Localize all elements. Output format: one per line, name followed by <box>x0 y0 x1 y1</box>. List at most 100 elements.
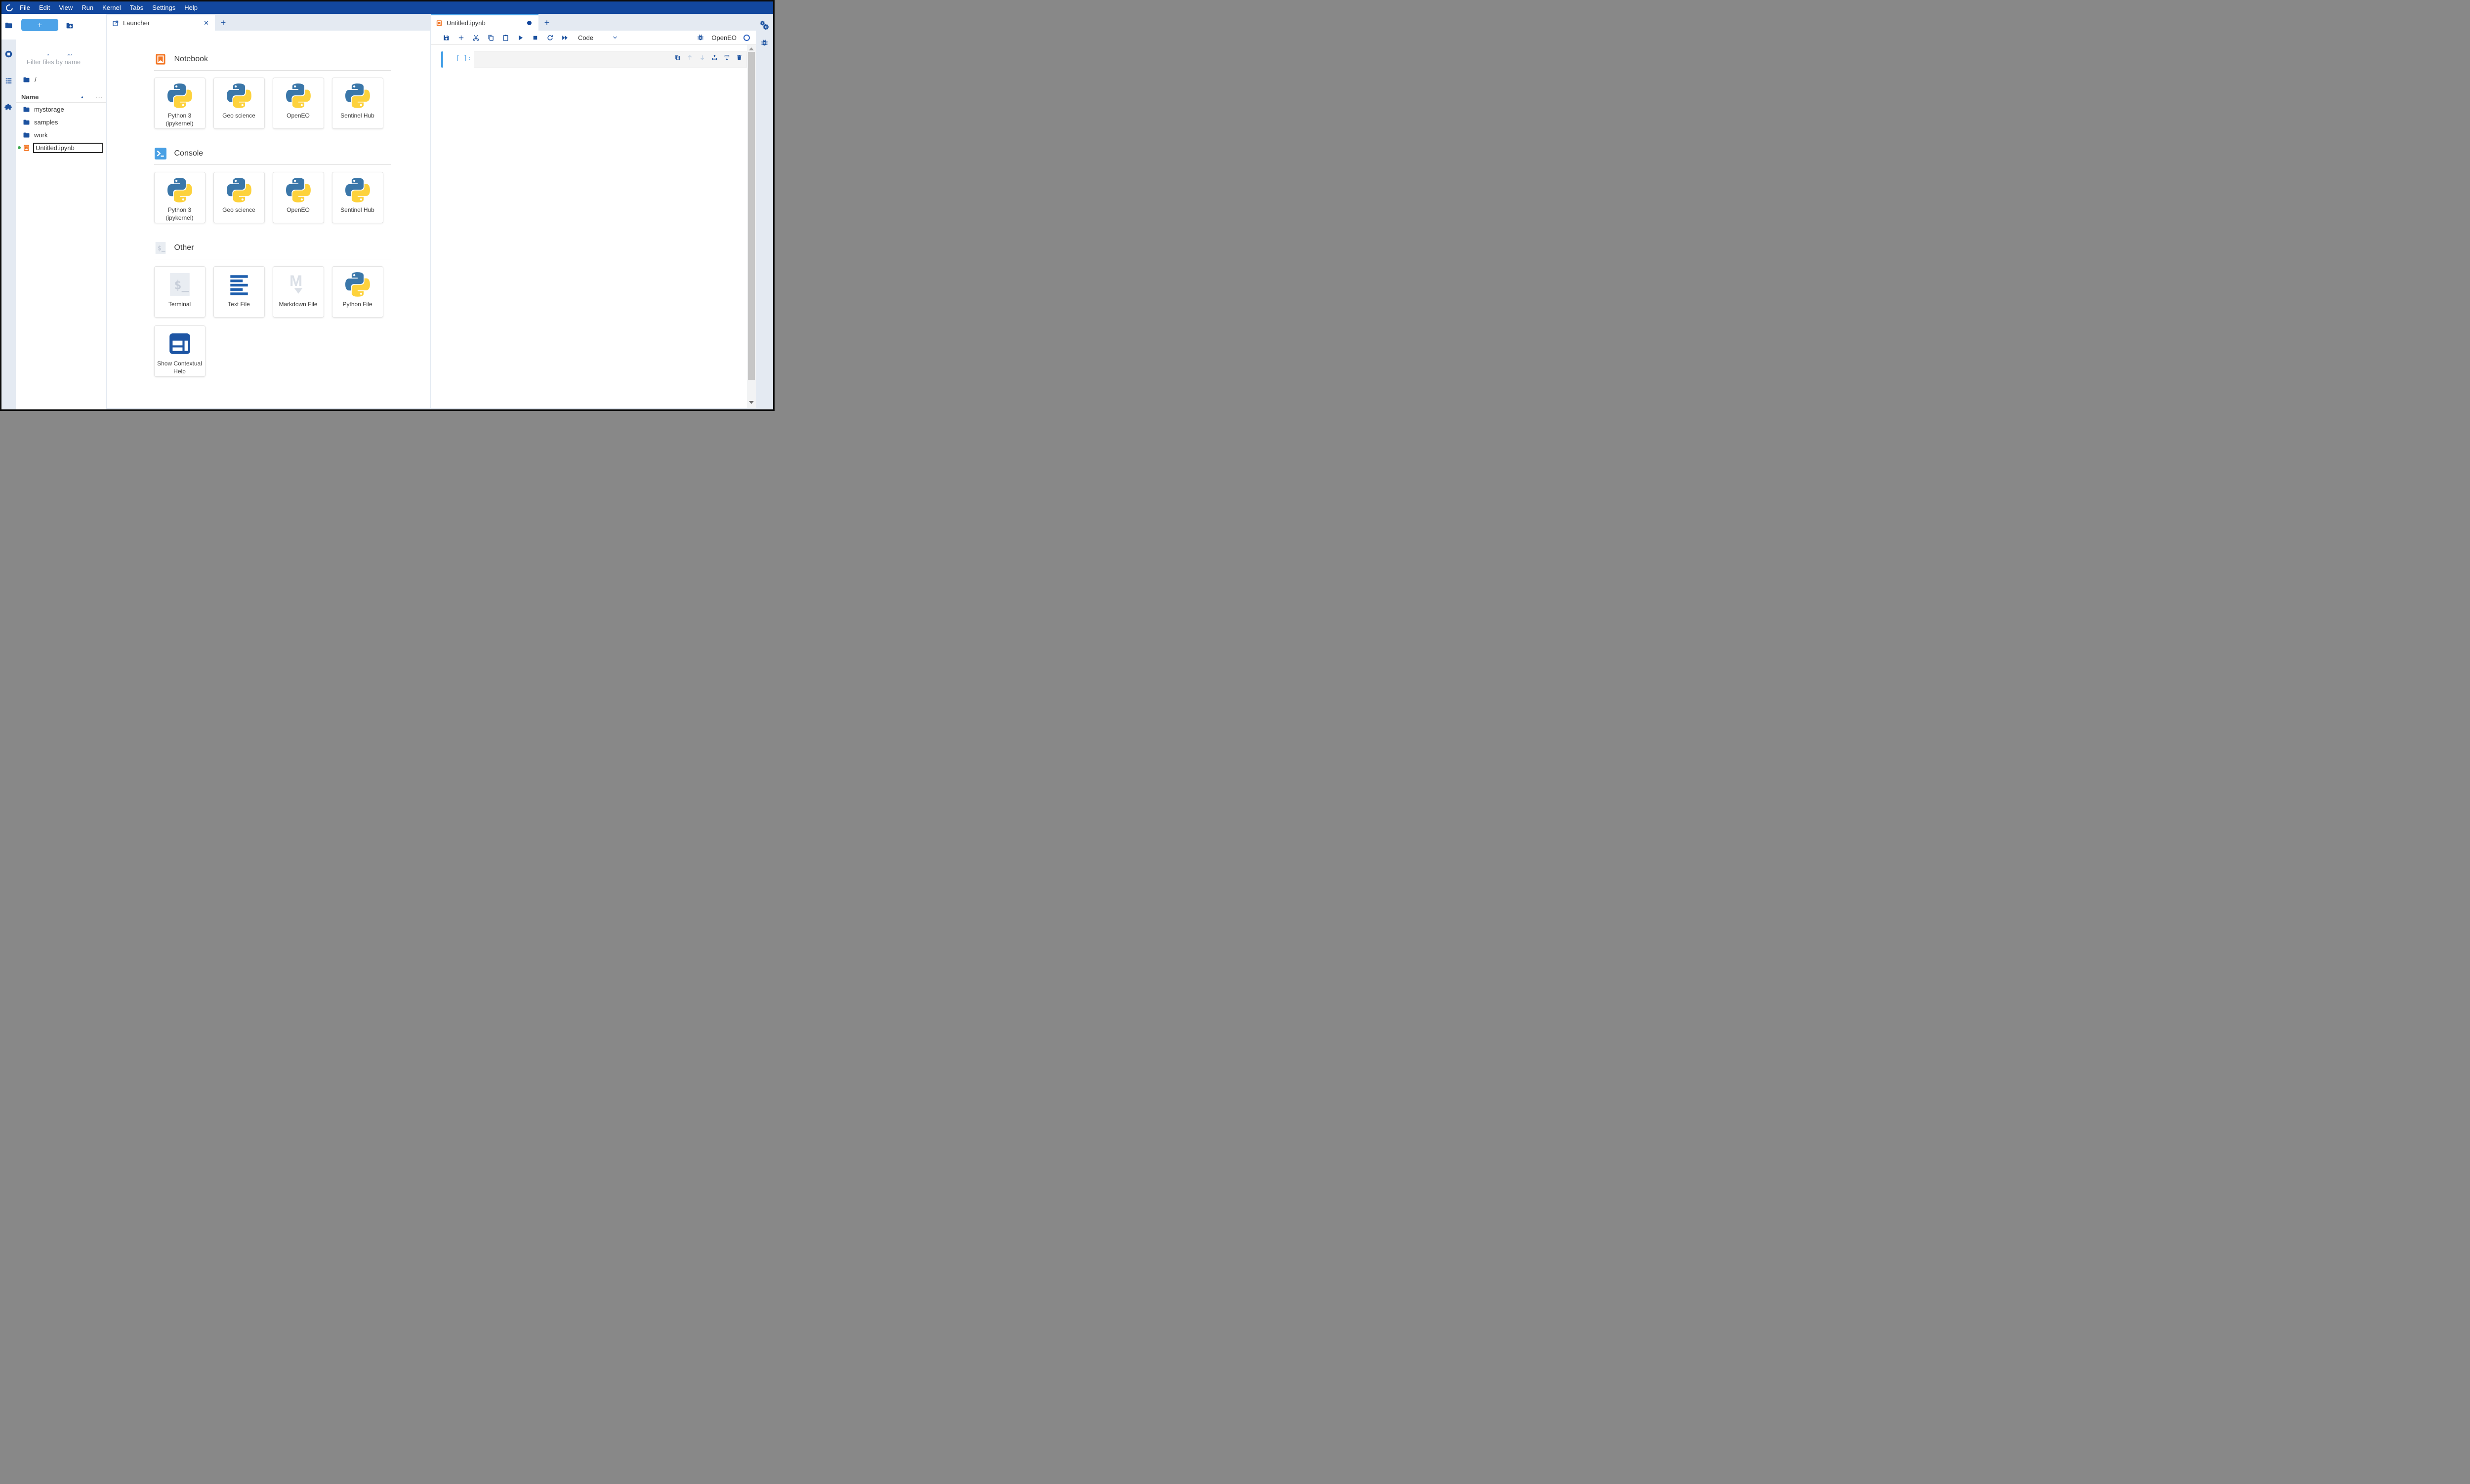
insert-cell-below-icon[interactable] <box>724 54 730 61</box>
notebook-file-icon <box>23 144 30 152</box>
move-cell-down-icon[interactable] <box>699 54 705 61</box>
menu-edit[interactable]: Edit <box>35 1 54 14</box>
delete-cell-icon[interactable] <box>736 54 742 61</box>
notebook-section-icon <box>154 53 167 66</box>
launcher-card-markdownfile[interactable]: Markdown File <box>273 266 324 318</box>
menu-kernel[interactable]: Kernel <box>98 1 125 14</box>
file-row-untitled-notebook[interactable] <box>16 141 106 154</box>
scroll-up-arrow-icon[interactable] <box>749 47 754 50</box>
duplicate-cell-icon[interactable] <box>674 54 681 61</box>
vertical-scrollbar[interactable] <box>747 45 756 408</box>
section-title: Other <box>174 243 194 252</box>
card-label: Python File <box>340 301 374 309</box>
breadcrumb[interactable]: / <box>23 75 37 84</box>
card-label: Sentinel Hub <box>338 206 376 214</box>
launcher-card-textfile[interactable]: Text File <box>213 266 265 318</box>
launcher-dock-panel: Launcher ✕ + Notebook <box>107 14 430 408</box>
menu-tabs[interactable]: Tabs <box>125 1 148 14</box>
paste-cell-button[interactable] <box>498 34 513 41</box>
menu-help[interactable]: Help <box>180 1 202 14</box>
tab-launcher[interactable]: Launcher ✕ <box>107 15 215 31</box>
tab-launcher-label: Launcher <box>123 19 203 27</box>
section-divider <box>154 70 391 71</box>
file-browser-panel: + / Name ▲ ··· mystorage sa <box>16 14 106 409</box>
launcher-section-other: Other Terminal Text File <box>154 241 383 377</box>
new-tab-button[interactable]: + <box>538 15 555 31</box>
chevron-down-icon[interactable] <box>612 35 618 40</box>
new-folder-icon[interactable] <box>66 22 74 30</box>
cut-cell-button[interactable] <box>468 34 483 41</box>
card-label: Sentinel Hub <box>338 112 376 120</box>
column-more-icon[interactable]: ··· <box>96 94 103 101</box>
card-label: Python 3 (ipykernel) <box>155 112 205 127</box>
kernel-status-icon[interactable] <box>743 35 750 41</box>
launcher-card-notebook-geoscience[interactable]: Geo science <box>213 78 265 129</box>
debugger-sidebar-icon[interactable] <box>760 39 769 47</box>
menu-settings[interactable]: Settings <box>148 1 180 14</box>
interrupt-kernel-button[interactable] <box>528 34 542 41</box>
file-browser-icon[interactable] <box>4 21 13 30</box>
new-launcher-button[interactable]: + <box>21 19 58 31</box>
table-of-contents-icon[interactable] <box>4 77 13 85</box>
file-rename-input[interactable] <box>33 143 103 153</box>
restart-run-all-button[interactable] <box>557 34 572 41</box>
move-cell-up-icon[interactable] <box>687 54 693 61</box>
insert-cell-button[interactable] <box>453 34 468 41</box>
launcher-card-notebook-sentinelhub[interactable]: Sentinel Hub <box>332 78 383 129</box>
launcher-card-notebook-openeo[interactable]: OpenEO <box>273 78 324 129</box>
folder-icon <box>23 119 30 126</box>
cell-input-editor[interactable] <box>474 51 747 68</box>
file-name: work <box>34 131 47 139</box>
console-section-icon <box>154 147 167 160</box>
python-logo-icon <box>227 83 251 108</box>
filter-files-input[interactable] <box>16 55 106 68</box>
python-logo-icon <box>286 178 311 202</box>
name-column-header[interactable]: Name ▲ ··· <box>16 92 106 103</box>
notebook-tab-bar: Untitled.ipynb + <box>431 14 756 31</box>
root-folder-icon <box>23 76 30 83</box>
launcher-card-pythonfile[interactable]: Python File <box>332 266 383 318</box>
launcher-icon <box>112 20 119 27</box>
python-logo-icon <box>345 272 370 297</box>
file-name: samples <box>34 119 58 126</box>
launcher-card-console-openeo[interactable]: OpenEO <box>273 172 324 223</box>
menu-file[interactable]: File <box>15 1 35 14</box>
menu-view[interactable]: View <box>54 1 77 14</box>
restart-kernel-button[interactable] <box>542 34 557 41</box>
launcher-card-contextual-help[interactable]: Show Contextual Help <box>154 325 206 377</box>
menu-run[interactable]: Run <box>77 1 98 14</box>
copy-cell-button[interactable] <box>483 34 498 41</box>
breadcrumb-root[interactable]: / <box>35 76 37 83</box>
python-logo-icon <box>167 83 192 108</box>
launcher-content: Notebook Python 3 (ipykernel) Geo scienc… <box>107 31 430 408</box>
run-cell-button[interactable] <box>513 34 528 41</box>
debugger-toggle-icon[interactable] <box>697 34 704 41</box>
python-logo-icon <box>286 83 311 108</box>
file-row-mystorage[interactable]: mystorage <box>16 103 106 116</box>
property-inspector-gears-icon[interactable] <box>759 20 770 31</box>
new-tab-button[interactable]: + <box>215 15 232 31</box>
scroll-down-arrow-icon[interactable] <box>749 401 754 404</box>
launcher-card-console-python3[interactable]: Python 3 (ipykernel) <box>154 172 206 223</box>
launcher-card-console-sentinelhub[interactable]: Sentinel Hub <box>332 172 383 223</box>
python-logo-icon <box>345 178 370 202</box>
card-label: Markdown File <box>277 301 319 309</box>
scrollbar-thumb[interactable] <box>748 52 755 380</box>
section-title: Notebook <box>174 55 208 64</box>
cell-type-dropdown[interactable]: Code <box>578 34 593 41</box>
close-tab-icon[interactable]: ✕ <box>203 19 210 27</box>
launcher-card-notebook-python3[interactable]: Python 3 (ipykernel) <box>154 78 206 129</box>
file-row-samples[interactable]: samples <box>16 116 106 128</box>
folder-icon <box>23 106 30 113</box>
left-activity-bar <box>1 14 16 409</box>
save-button[interactable] <box>439 34 453 41</box>
launcher-card-console-geoscience[interactable]: Geo science <box>213 172 265 223</box>
tab-untitled-notebook[interactable]: Untitled.ipynb <box>431 14 538 31</box>
insert-cell-above-icon[interactable] <box>711 54 718 61</box>
extension-manager-icon[interactable] <box>4 103 13 111</box>
file-row-work[interactable]: work <box>16 128 106 141</box>
kernel-name[interactable]: OpenEO <box>711 34 737 41</box>
launcher-card-terminal[interactable]: Terminal <box>154 266 206 318</box>
running-sessions-icon[interactable] <box>4 50 13 58</box>
python-logo-icon <box>227 178 251 202</box>
